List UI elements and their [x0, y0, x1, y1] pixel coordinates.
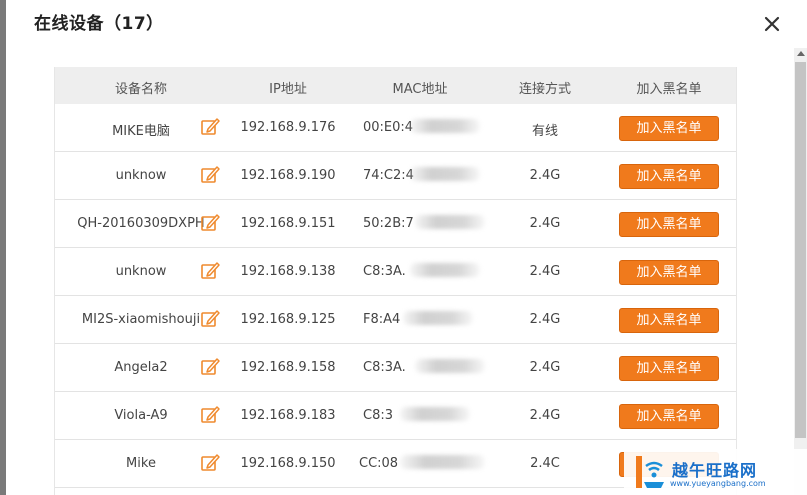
ip-address: 192.168.9.190 — [240, 168, 336, 183]
dialog-title: 在线设备（17） — [34, 14, 164, 34]
column-header-action: 加入黑名单 — [636, 82, 702, 97]
ip-address: 192.168.9.176 — [240, 120, 336, 135]
table-row: MI2S-xiaomishouji 192.168.9.125 F8:A4 2.… — [55, 296, 736, 344]
column-header-mac: MAC地址 — [392, 82, 448, 97]
connection-type: 2.4G — [529, 312, 561, 327]
edit-icon[interactable] — [200, 116, 221, 137]
table-row: MIKE电脑 192.168.9.176 00:E0:4 有线 加入黑名单 — [55, 104, 736, 152]
edit-icon[interactable] — [200, 404, 221, 425]
ip-address: 192.168.9.158 — [240, 360, 336, 375]
add-to-blacklist-button[interactable]: 加入黑名单 — [619, 212, 719, 237]
add-to-blacklist-button[interactable]: 加入黑名单 — [619, 308, 719, 333]
add-to-blacklist-button[interactable]: 加入黑名单 — [619, 404, 719, 429]
edit-icon[interactable] — [200, 308, 221, 329]
scrollbar-thumb[interactable] — [795, 62, 806, 438]
add-to-blacklist-button[interactable]: 加入黑名单 — [619, 116, 719, 141]
connection-type: 2.4G — [529, 216, 561, 231]
close-icon[interactable] — [762, 14, 782, 34]
edit-icon[interactable] — [200, 356, 221, 377]
connection-type: 2.4G — [529, 168, 561, 183]
site-watermark: 越午旺路网 www.yueyangbang.com — [624, 449, 807, 495]
table-row: Angela2 192.168.9.158 C8:3A. 2.4G 加入黑名单 — [55, 344, 736, 392]
mac-redaction-blur — [403, 311, 473, 325]
scroll-up-arrow-icon[interactable] — [797, 51, 805, 56]
connection-type: 2.4C — [530, 456, 560, 471]
ip-address: 192.168.9.150 — [240, 456, 336, 471]
table-row: unknow 192.168.9.190 74:C2:4 2.4G 加入黑名单 — [55, 152, 736, 200]
edit-icon[interactable] — [200, 260, 221, 281]
watermark-logo-icon — [636, 456, 664, 488]
add-to-blacklist-button[interactable]: 加入黑名单 — [619, 260, 719, 285]
connection-type: 2.4G — [529, 264, 561, 279]
ip-address: 192.168.9.125 — [240, 312, 336, 327]
mac-redaction-blur — [415, 359, 485, 373]
mac-redaction-blur — [410, 263, 480, 277]
edit-icon[interactable] — [200, 164, 221, 185]
table-row: unknow 192.168.9.138 C8:3A. 2.4G 加入黑名单 — [55, 248, 736, 296]
connection-type: 2.4G — [529, 360, 561, 375]
mac-redaction-blur — [410, 167, 480, 181]
mac-redaction-blur — [410, 119, 480, 133]
mac-redaction-blur — [400, 455, 485, 469]
watermark-text: 越午旺路网 — [672, 461, 758, 480]
ip-address: 192.168.9.138 — [240, 264, 336, 279]
watermark-url: www.yueyangbang.com — [670, 479, 766, 488]
ip-address: 192.168.9.151 — [240, 216, 336, 231]
connection-type: 有线 — [531, 124, 558, 139]
edit-icon[interactable] — [200, 212, 221, 233]
device-table: 设备名称 IP地址 MAC地址 连接方式 加入黑名单 MIKE电脑 192.16… — [54, 67, 737, 495]
table-header: 设备名称 IP地址 MAC地址 连接方式 加入黑名单 — [55, 67, 736, 104]
online-devices-dialog: 在线设备（17） 设备名称 IP地址 MAC地址 连接方式 加入黑名单 MIKE… — [6, 0, 807, 495]
connection-type: 2.4G — [529, 408, 561, 423]
add-to-blacklist-button[interactable]: 加入黑名单 — [619, 356, 719, 381]
column-header-ip: IP地址 — [269, 82, 307, 97]
column-header-name: 设备名称 — [114, 82, 167, 97]
add-to-blacklist-button[interactable]: 加入黑名单 — [619, 164, 719, 189]
mac-redaction-blur — [400, 407, 470, 421]
ip-address: 192.168.9.183 — [240, 408, 336, 423]
edit-icon[interactable] — [200, 452, 221, 473]
table-row: Viola-A9 192.168.9.183 C8:3 2.4G 加入黑名单 — [55, 392, 736, 440]
table-row: QH-20160309DXPH 192.168.9.151 50:2B:7 2.… — [55, 200, 736, 248]
mac-redaction-blur — [415, 215, 485, 229]
column-header-connection: 连接方式 — [518, 82, 571, 97]
